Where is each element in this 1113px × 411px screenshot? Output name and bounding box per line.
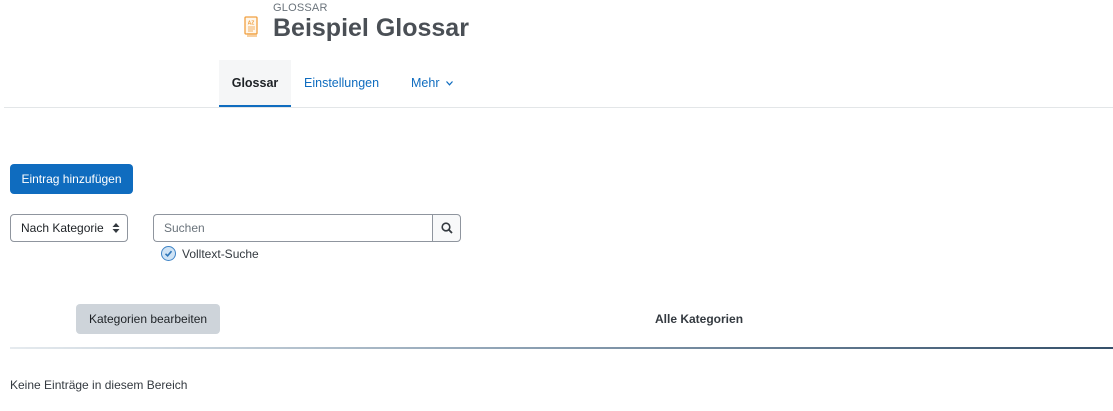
tab-mehr-label: Mehr [411,76,440,90]
edit-categories-button[interactable]: Kategorien bearbeiten [76,304,220,334]
checkmark-icon [164,250,173,257]
glossary-book-icon: AZ [244,16,258,37]
search-input[interactable] [153,214,432,242]
fulltext-search-label[interactable]: Volltext-Suche [182,247,259,261]
search-button[interactable] [432,214,461,242]
page-title: Beispiel Glossar [273,14,469,42]
browse-mode-select[interactable]: Nach Kategorie [10,214,128,242]
tab-einstellungen-label: Einstellungen [304,76,380,90]
add-entry-button[interactable]: Eintrag hinzufügen [10,164,133,194]
empty-entries-message: Keine Einträge in diesem Bereich [10,378,188,392]
divider [10,347,1113,349]
tab-einstellungen[interactable]: Einstellungen [292,60,391,107]
search-icon [441,222,453,234]
browse-mode-selected-value: Nach Kategorie [21,221,104,235]
fulltext-search-checkbox[interactable] [161,246,176,261]
chevron-down-icon [446,81,453,86]
tab-mehr[interactable]: Mehr [399,60,465,107]
tab-glossar-label: Glossar [231,76,279,90]
page-subtitle: GLOSSAR [273,2,328,14]
tab-glossar[interactable]: Glossar [219,60,291,107]
secondary-navigation: Glossar Einstellungen Mehr [4,60,1113,108]
page: AZ GLOSSAR Beispiel Glossar Glossar Eins… [0,0,1113,411]
category-heading: Alle Kategorien [655,312,744,326]
svg-text:AZ: AZ [248,21,255,27]
select-caret-icon [112,223,120,233]
